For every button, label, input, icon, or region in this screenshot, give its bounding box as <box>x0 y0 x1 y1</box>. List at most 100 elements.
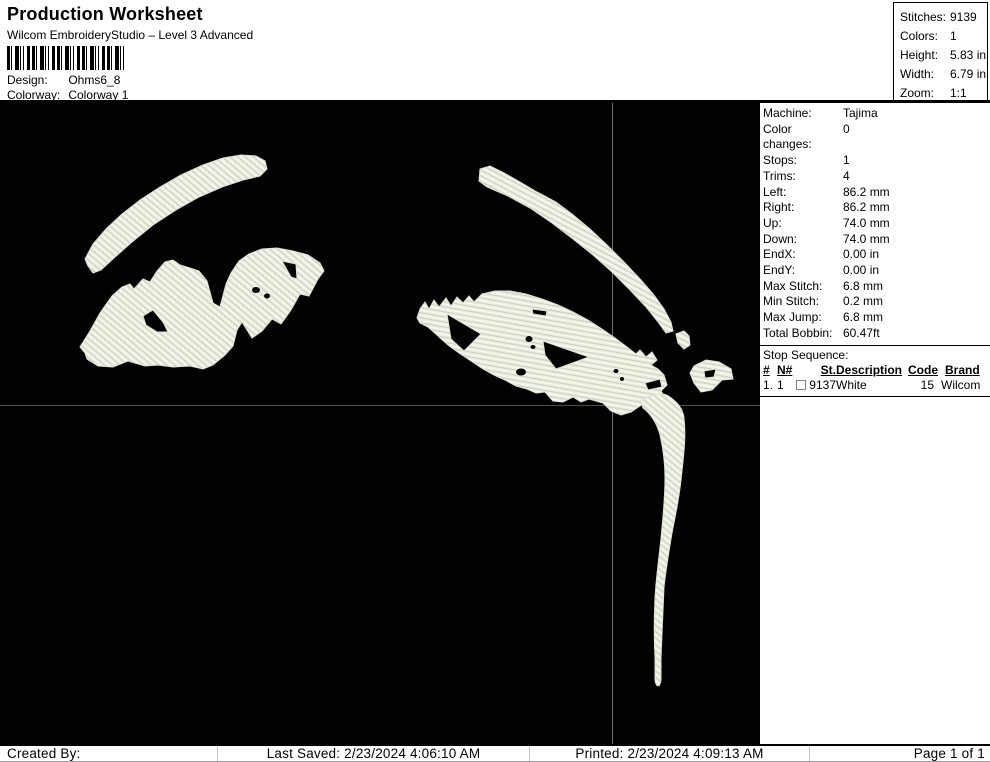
machine-info-panel: Machine: Tajima Color changes: 0 Stops: … <box>760 103 990 744</box>
machine-info-row: EndX: 0.00 in <box>763 247 990 263</box>
machine-info-label: Min Stitch: <box>763 294 820 309</box>
machine-info-row: Stops: 1 <box>763 153 990 169</box>
row-stitch-count: 9137 <box>809 377 836 392</box>
machine-info-row: EndY: 0.00 in <box>763 263 990 279</box>
page-number: Page 1 of 1 <box>913 746 985 761</box>
machine-info-label: Right: <box>763 200 795 215</box>
machine-info-value: 0.00 in <box>843 247 880 262</box>
stat-label: Stitches: <box>900 10 947 24</box>
panel-divider-bottom <box>760 395 990 397</box>
left-eyebrow-stitch <box>84 154 268 274</box>
right-eye-wing-stitch <box>689 359 734 393</box>
machine-info-row: Total Bobbin: 60.47ft <box>763 326 990 342</box>
stat-label: Width: <box>900 67 935 81</box>
machine-info-label: Trims: <box>763 168 796 183</box>
machine-info-value: 0.2 mm <box>843 294 884 309</box>
machine-info-row: Left: 86.2 mm <box>763 185 990 201</box>
design-value: Ohms6_8 <box>68 73 121 87</box>
machine-info-label: Machine: <box>763 106 812 120</box>
software-subtitle: Wilcom EmbroideryStudio – Level 3 Advanc… <box>7 28 254 42</box>
stat-value: 6.79 in <box>950 67 987 81</box>
machine-info-row: Max Stitch: 6.8 mm <box>763 279 990 295</box>
row-thread-brand: Wilcom <box>941 377 981 392</box>
page-title: Production Worksheet <box>7 4 203 24</box>
worksheet-footer: Created By: Last Saved: 2/23/2024 4:06:1… <box>0 744 990 762</box>
right-eye-hole-dot <box>613 369 619 373</box>
embroidery-design <box>0 103 760 744</box>
machine-info-value: 4 <box>843 168 850 183</box>
stitch-preview-canvas <box>0 103 760 744</box>
barcode-icon <box>7 46 125 70</box>
machine-info-label: EndX: <box>763 247 796 262</box>
design-name-row: Design: Ohms6_8 <box>7 73 120 87</box>
worksheet-header: Production Worksheet Wilcom EmbroiderySt… <box>0 0 990 103</box>
machine-info-row: Machine: Tajima <box>763 106 990 122</box>
row-stitch-cell: 9137 <box>790 378 836 393</box>
machine-info-row: Color changes: 0 <box>763 122 990 153</box>
right-eye-hole-dot <box>516 368 526 376</box>
machine-info-value: 86.2 mm <box>843 184 890 199</box>
stat-row: Stitches: 9139 <box>900 8 987 27</box>
right-eye-stitch <box>416 290 668 416</box>
machine-info-value: 6.8 mm <box>843 310 884 325</box>
machine-info-label: Total Bobbin: <box>763 325 833 340</box>
stat-label: Colors: <box>900 29 939 43</box>
machine-info-label: Up: <box>763 215 782 230</box>
stat-row: Width: 6.79 in <box>900 65 987 84</box>
eye-drip-stitch <box>640 393 686 687</box>
colorway-row: Colorway: Colorway 1 <box>7 88 128 102</box>
row-num: 1. <box>763 377 774 392</box>
machine-info-label: Max Jump: <box>763 310 822 325</box>
row-thread-code: 15 <box>920 377 934 392</box>
column-header-num: # <box>763 362 770 377</box>
colorway-value: Colorway 1 <box>68 88 129 102</box>
machine-info-value: 74.0 mm <box>843 215 890 230</box>
column-header-needle: N# <box>777 362 793 377</box>
machine-info-value: 0 <box>843 121 850 136</box>
colorway-label: Colorway: <box>7 88 61 102</box>
right-eye-hole-dot <box>530 345 536 349</box>
machine-info-label: EndY: <box>763 263 796 278</box>
column-header-brand: Brand <box>945 362 980 377</box>
stat-row: Height: 5.83 in <box>900 46 987 65</box>
stop-sequence-header-row: # N# St. Description Code Brand <box>760 363 990 378</box>
right-eyebrow-tip-stitch <box>675 330 691 350</box>
stat-row: Colors: 1 <box>900 27 987 46</box>
left-eye-stitch <box>79 247 325 370</box>
design-label: Design: <box>7 73 48 87</box>
machine-info-value: 1 <box>843 153 850 168</box>
stat-label: Zoom: <box>900 86 935 100</box>
right-eye-hole-dot <box>525 336 533 342</box>
left-eye-hole-dot <box>252 287 260 293</box>
machine-info-row: Max Jump: 6.8 mm <box>763 310 990 326</box>
stop-sequence-title: Stop Sequence: <box>763 347 849 362</box>
right-eye-hole-dot <box>620 377 624 381</box>
machine-info-row: Up: 74.0 mm <box>763 216 990 232</box>
stat-value: 5.83 in <box>950 48 987 62</box>
machine-info-row: Right: 86.2 mm <box>763 200 990 216</box>
machine-info-row: Down: 74.0 mm <box>763 232 990 248</box>
machine-info-value: 86.2 mm <box>843 200 890 215</box>
machine-info-row: Min Stitch: 0.2 mm <box>763 294 990 310</box>
machine-info-label: Stops: <box>763 153 798 168</box>
thread-checkbox <box>796 380 807 391</box>
machine-info-label: Color changes: <box>763 121 812 152</box>
worksheet-body: Machine: Tajima Color changes: 0 Stops: … <box>0 103 990 744</box>
row-needle: 1 <box>777 377 784 392</box>
created-by-label: Created By: <box>0 746 218 761</box>
stat-value: 1:1 <box>950 86 967 100</box>
production-worksheet-page: Production Worksheet Wilcom EmbroiderySt… <box>0 0 990 762</box>
machine-info-label: Left: <box>763 184 787 199</box>
last-saved-timestamp: Last Saved: 2/23/2024 4:06:10 AM <box>218 746 530 761</box>
machine-info-value: Tajima <box>843 106 878 120</box>
machine-info-value: 0.00 in <box>843 263 880 278</box>
column-header-code: Code <box>908 362 939 377</box>
printed-timestamp: Printed: 2/23/2024 4:09:13 AM <box>530 746 810 761</box>
machine-info-value: 74.0 mm <box>843 231 890 246</box>
left-eye-hole-dot <box>264 293 270 299</box>
machine-info-list: Machine: Tajima Color changes: 0 Stops: … <box>760 103 990 342</box>
column-header-description: Description <box>836 362 903 377</box>
design-stats-box: Stitches: 9139 Colors: 1 Height: 5.83 in… <box>893 2 988 101</box>
stat-row: Zoom: 1:1 <box>900 84 987 103</box>
row-thread-description: White <box>836 377 867 392</box>
